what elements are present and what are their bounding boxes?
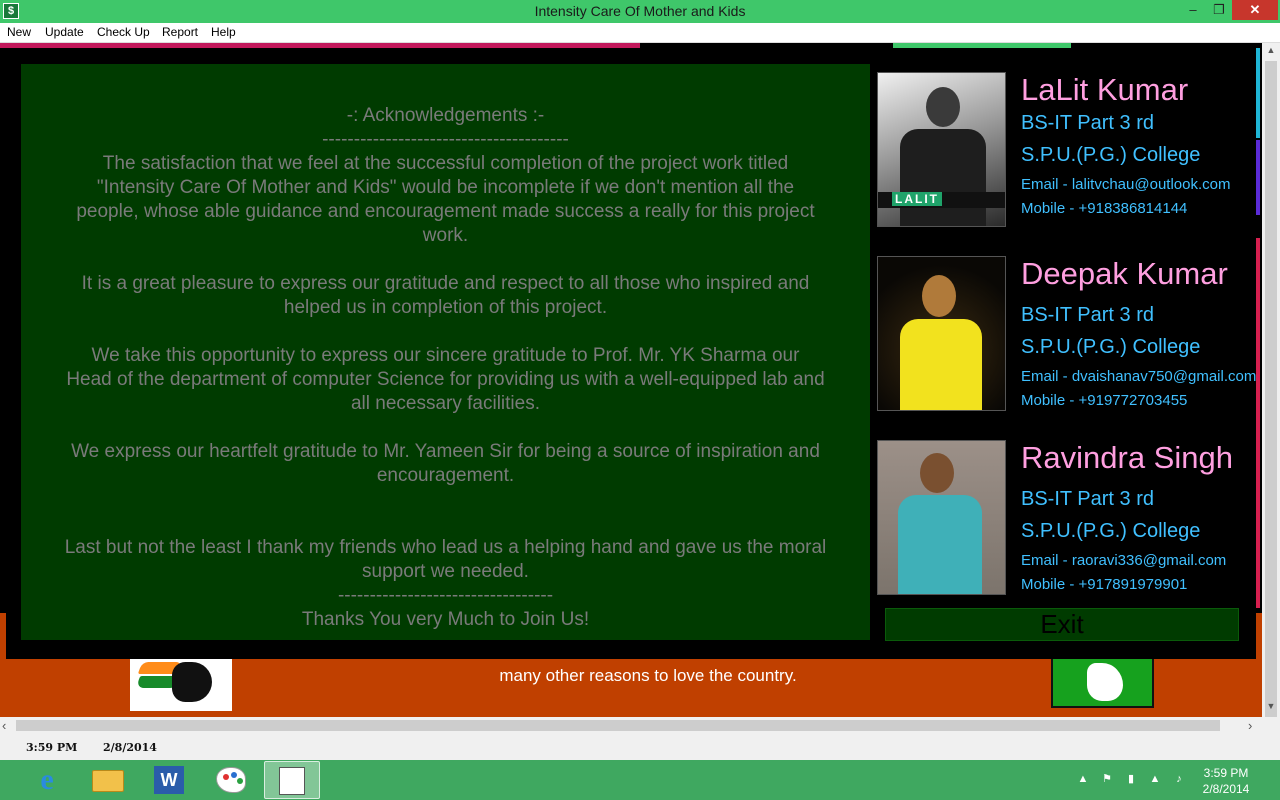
taskbar-word[interactable]: W xyxy=(142,761,196,799)
tray-network-icon[interactable]: ▲ xyxy=(1148,772,1162,786)
exit-button[interactable]: Exit xyxy=(885,608,1239,641)
menu-check-up[interactable]: Check Up xyxy=(97,25,150,39)
scroll-down-arrow-icon[interactable]: ▼ xyxy=(1262,701,1280,715)
vertical-scroll-thumb[interactable] xyxy=(1265,61,1277,731)
folder-icon xyxy=(92,770,124,792)
member-email: Email - lalitvchau@outlook.com xyxy=(1021,176,1231,193)
photo-body xyxy=(898,495,982,594)
ack-line: We take this opportunity to express our … xyxy=(91,345,800,366)
photo-head xyxy=(926,87,960,127)
member-course: BS-IT Part 3 rd xyxy=(1021,304,1155,326)
status-bar: 3:59 PM 2/8/2014 xyxy=(0,734,1280,760)
tray-volume-icon[interactable]: ♪ xyxy=(1172,772,1186,786)
status-date: 2/8/2014 xyxy=(103,741,157,754)
palette-dot xyxy=(223,774,229,780)
member-photo xyxy=(877,440,1006,595)
member-course: BS-IT Part 3 rd xyxy=(1021,488,1155,510)
scroll-up-arrow-icon[interactable]: ▲ xyxy=(1262,45,1280,59)
minimize-button[interactable]: – xyxy=(1180,0,1206,20)
ack-divider: ---------------------------------- xyxy=(337,585,554,606)
menu-update[interactable]: Update xyxy=(45,25,84,39)
green-logo-image xyxy=(1051,655,1154,708)
ack-closing: Thanks You very Much to Join Us! xyxy=(301,609,590,630)
ack-line: encouragement. xyxy=(376,465,515,486)
member-name: LaLit Kumar xyxy=(1021,72,1189,107)
tray-flag-icon[interactable]: ⚑ xyxy=(1100,772,1114,786)
tray-power-icon[interactable]: ▮ xyxy=(1124,772,1138,786)
member-mobile: Mobile - +917891979901 xyxy=(1021,576,1188,593)
photo-head xyxy=(922,275,956,317)
member-email: Email - dvaishanav750@gmail.com xyxy=(1021,368,1257,385)
size-grip xyxy=(1262,717,1280,734)
photo-body xyxy=(900,319,982,410)
paint-palette-icon xyxy=(216,767,246,793)
menu-bar: New Update Check Up Report Help xyxy=(0,23,1280,43)
horizontal-scrollbar[interactable]: ‹ › xyxy=(0,717,1262,734)
tray-time: 3:59 PM xyxy=(1203,766,1249,780)
banner-text: many other reasons to love the country. xyxy=(499,666,797,685)
acknowledgement-dialog: -: Acknowledgements :- -----------------… xyxy=(6,48,1256,659)
member-mobile: Mobile - +919772703455 xyxy=(1021,392,1188,409)
ack-line: "Intensity Care Of Mother and Kids" woul… xyxy=(96,177,795,198)
vertical-scrollbar[interactable]: ▲ ▼ xyxy=(1262,43,1280,731)
ack-line: Head of the department of computer Scien… xyxy=(66,369,825,390)
menu-new[interactable]: New xyxy=(7,25,31,39)
ack-line: We express our heartfelt gratitude to Mr… xyxy=(71,441,820,462)
member-name: Deepak Kumar xyxy=(1021,256,1228,291)
decor-stripe xyxy=(1256,48,1260,138)
tray-clock[interactable]: 3:59 PM 2/8/2014 xyxy=(1196,765,1256,797)
photo-head xyxy=(920,453,954,493)
member-college: S.P.U.(P.G.) College xyxy=(1021,336,1201,358)
ack-line: It is a great pleasure to express our gr… xyxy=(81,273,810,294)
decor-stripe xyxy=(1256,140,1260,215)
map-silhouette xyxy=(172,662,212,702)
menu-help[interactable]: Help xyxy=(211,25,236,39)
palette-dot xyxy=(231,772,237,778)
internet-explorer-icon: e xyxy=(40,763,54,796)
ack-line: Last but not the least I thank my friend… xyxy=(64,537,827,558)
tray-overflow-icon[interactable]: ▲ xyxy=(1076,772,1090,786)
photo-body xyxy=(900,129,986,226)
ack-line: work. xyxy=(422,225,469,246)
ack-line: all necessary facilities. xyxy=(350,393,541,414)
window-title: Intensity Care Of Mother and Kids xyxy=(534,3,746,19)
member-course: BS-IT Part 3 rd xyxy=(1021,112,1155,134)
logo-shape xyxy=(1087,663,1123,701)
close-button[interactable]: ✕ xyxy=(1232,0,1278,20)
ack-line: The satisfaction that we feel at the suc… xyxy=(102,153,789,174)
status-time: 3:59 PM xyxy=(26,741,78,754)
ack-line: helped us in completion of this project. xyxy=(283,297,608,318)
member-college: S.P.U.(P.G.) College xyxy=(1021,144,1201,166)
photo-caption-band: LALIT xyxy=(878,192,1005,208)
word-icon: W xyxy=(154,766,184,794)
member-name: Ravindra Singh xyxy=(1021,440,1233,475)
maximize-button[interactable]: ❐ xyxy=(1206,0,1232,20)
decor-stripe xyxy=(1256,238,1260,608)
member-photo xyxy=(877,256,1006,411)
member-college: S.P.U.(P.G.) College xyxy=(1021,520,1201,542)
ack-heading: -: Acknowledgements :- xyxy=(346,105,545,126)
palette-dot xyxy=(237,778,243,784)
scroll-left-arrow-icon[interactable]: ‹ xyxy=(2,718,6,733)
menu-report[interactable]: Report xyxy=(162,25,198,39)
ack-line: support we needed. xyxy=(362,561,529,582)
horizontal-scroll-thumb[interactable] xyxy=(16,720,1220,731)
member-mobile: Mobile - +918386814144 xyxy=(1021,200,1188,217)
title-bar: $ Intensity Care Of Mother and Kids – ❐ … xyxy=(0,0,1280,23)
photo-caption: LALIT xyxy=(892,192,942,206)
taskbar-paint[interactable] xyxy=(204,761,258,799)
taskbar-internet-explorer[interactable]: e xyxy=(18,761,74,799)
ack-line: people, whose able guidance and encourag… xyxy=(76,201,815,222)
tray-date: 2/8/2014 xyxy=(1202,782,1250,796)
taskbar-file-explorer[interactable] xyxy=(80,761,134,799)
scroll-right-arrow-icon[interactable]: › xyxy=(1248,718,1252,733)
member-email: Email - raoravi336@gmail.com xyxy=(1021,552,1227,569)
taskbar-active-app[interactable] xyxy=(264,761,320,799)
ack-divider: --------------------------------------- xyxy=(322,129,569,150)
member-photo: LALIT xyxy=(877,72,1006,227)
app-window-icon xyxy=(279,767,305,795)
acknowledgement-panel: -: Acknowledgements :- -----------------… xyxy=(21,64,870,640)
